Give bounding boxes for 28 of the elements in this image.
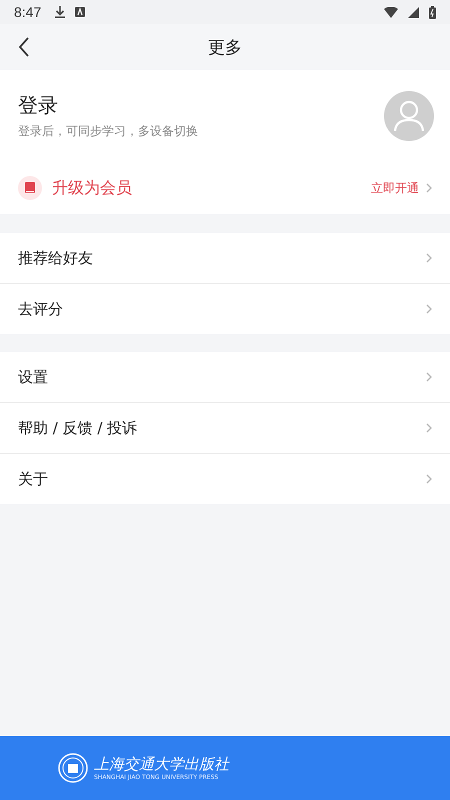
page-title: 更多	[208, 36, 242, 58]
wifi-icon	[384, 6, 398, 18]
chevron-icon	[425, 474, 432, 484]
membership-label: 升级为会员	[52, 178, 132, 198]
menu-item[interactable]: 帮助 / 反馈 / 投诉	[0, 402, 450, 453]
menu-item[interactable]: 设置	[0, 352, 450, 402]
chevron-icon	[425, 423, 432, 433]
activate-link[interactable]: 立即开通	[371, 180, 419, 196]
menu-item[interactable]: 推荐给好友	[0, 233, 450, 283]
publisher-name: 上海交通大学出版社	[94, 755, 229, 774]
download-icon	[55, 6, 66, 18]
login-subtitle: 登录后，可同步学习，多设备切换	[18, 123, 199, 140]
menu-item[interactable]: 关于	[0, 453, 450, 504]
chevron-icon	[425, 183, 432, 193]
chevron-icon	[425, 253, 432, 263]
membership-row[interactable]: 升级为会员 立即开通	[18, 162, 432, 214]
emblem-icon	[58, 753, 88, 783]
signal-icon	[408, 6, 419, 18]
back-icon[interactable]	[18, 37, 30, 57]
battery-icon	[429, 6, 436, 18]
login-title[interactable]: 登录	[18, 92, 384, 119]
menu-item[interactable]: 去评分	[0, 283, 450, 334]
notification-icon	[75, 7, 86, 17]
chevron-icon	[425, 304, 432, 314]
status-time: 8:47	[14, 4, 42, 20]
book-icon	[18, 176, 42, 200]
avatar-icon	[384, 91, 434, 141]
chevron-icon	[425, 372, 432, 382]
